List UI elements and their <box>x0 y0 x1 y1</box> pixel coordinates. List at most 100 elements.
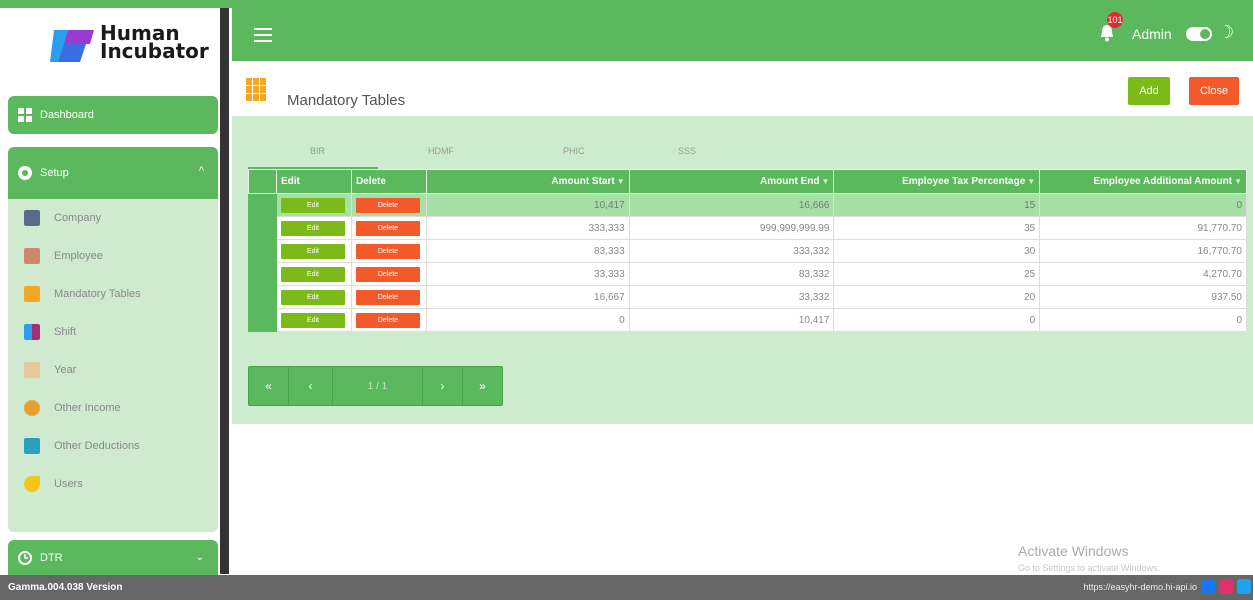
column-header-amount-end[interactable]: Amount End ▼ <box>628 169 835 194</box>
add-button[interactable]: Add <box>1128 77 1170 105</box>
sidebar-item-label: DTR <box>40 552 63 564</box>
sidebar-item-year[interactable]: Year <box>8 351 218 389</box>
cell-amount-start[interactable]: 10,417 <box>425 193 630 217</box>
sidebar-item-company[interactable]: Company <box>8 199 218 237</box>
row-selector[interactable] <box>248 285 277 309</box>
delete-button[interactable]: Delete <box>355 243 420 259</box>
table-row[interactable]: Edit Delete 16,667 33,332 20 937.50 <box>248 285 1247 309</box>
theme-toggle[interactable] <box>1186 27 1212 41</box>
prev-page-button[interactable]: ‹ <box>289 367 333 405</box>
edit-cell: Edit <box>275 193 352 217</box>
activate-windows-title: Activate Windows <box>1018 543 1129 559</box>
page-indicator: 1 / 1 <box>333 367 423 405</box>
row-selector[interactable] <box>248 193 277 217</box>
footer-url[interactable]: https://easyhr-demo.hi-api.io <box>1083 582 1197 592</box>
delete-button[interactable]: Delete <box>355 289 420 305</box>
sidebar-item-employee[interactable]: Employee <box>8 237 218 275</box>
tab-phic[interactable]: PHIC <box>563 146 585 156</box>
sidebar-item-dashboard[interactable]: Dashboard <box>8 96 218 134</box>
cell-amount-start[interactable]: 333,333 <box>425 216 630 240</box>
logo[interactable]: Human Incubator <box>50 18 220 73</box>
delete-button[interactable]: Delete <box>355 197 420 213</box>
cell-tax-percentage[interactable]: 15 <box>833 193 1041 217</box>
pagination: « ‹ 1 / 1 › » <box>248 366 503 406</box>
cell-additional-amount[interactable]: 91,770.70 <box>1039 216 1247 240</box>
footer: Gamma.004.038 Version https://easyhr-dem… <box>0 575 1253 600</box>
sidebar-item-dtr[interactable]: DTR ⌄ <box>8 540 218 576</box>
cell-amount-start[interactable]: 16,667 <box>425 285 630 309</box>
column-header-tax-percentage[interactable]: Employee Tax Percentage ▼ <box>833 169 1041 194</box>
row-selector[interactable] <box>248 308 277 332</box>
table-row[interactable]: Edit Delete 83,333 333,332 30 16,770.70 <box>248 239 1247 263</box>
cell-amount-end[interactable]: 333,332 <box>628 239 835 263</box>
table-row[interactable]: Edit Delete 33,333 83,332 25 4,270.70 <box>248 262 1247 286</box>
cell-tax-percentage[interactable]: 30 <box>833 239 1041 263</box>
sidebar-item-setup[interactable]: Setup ^ <box>8 147 218 199</box>
tab-hdmf[interactable]: HDMF <box>428 146 454 156</box>
row-selector[interactable] <box>248 216 277 240</box>
table-header: Edit Delete Amount Start ▼ Amount End ▼ Em… <box>248 169 1247 194</box>
edit-button[interactable]: Edit <box>280 220 345 236</box>
sidebar-item-other-deductions[interactable]: Other Deductions <box>8 427 218 465</box>
filter-icon[interactable]: ▼ <box>1027 177 1035 186</box>
cell-tax-percentage[interactable]: 25 <box>833 262 1041 286</box>
twitter-icon[interactable] <box>1237 579 1251 594</box>
delete-button[interactable]: Delete <box>355 312 420 328</box>
sidebar-item-label: Setup <box>40 167 69 179</box>
column-header-amount-start[interactable]: Amount Start ▼ <box>425 169 630 194</box>
filter-icon[interactable]: ▼ <box>1234 177 1242 186</box>
sidebar-item-shift[interactable]: Shift <box>8 313 218 351</box>
row-selector[interactable] <box>248 239 277 263</box>
last-page-button[interactable]: » <box>463 367 502 405</box>
delete-cell: Delete <box>350 262 427 286</box>
sidebar-scrollbar[interactable] <box>220 8 229 574</box>
filter-icon[interactable]: ▼ <box>822 177 830 186</box>
cell-amount-end[interactable]: 83,332 <box>628 262 835 286</box>
facebook-icon[interactable] <box>1201 579 1215 594</box>
first-page-button[interactable]: « <box>249 367 289 405</box>
filter-icon[interactable]: ▼ <box>617 177 625 186</box>
cell-amount-start[interactable]: 33,333 <box>425 262 630 286</box>
cell-tax-percentage[interactable]: 0 <box>833 308 1041 332</box>
column-header-additional-amount[interactable]: Employee Additional Amount ▼ <box>1039 169 1247 194</box>
dashboard-icon <box>18 108 32 122</box>
delete-cell: Delete <box>350 216 427 240</box>
edit-button[interactable]: Edit <box>280 243 345 259</box>
cell-amount-end[interactable]: 16,666 <box>628 193 835 217</box>
table-row[interactable]: Edit Delete 0 10,417 0 0 <box>248 308 1247 332</box>
grid-icon <box>246 78 266 101</box>
menu-icon[interactable] <box>254 28 272 42</box>
cell-amount-end[interactable]: 10,417 <box>628 308 835 332</box>
cell-amount-end[interactable]: 33,332 <box>628 285 835 309</box>
delete-button[interactable]: Delete <box>355 266 420 282</box>
tab-bir[interactable]: BIR <box>310 146 325 156</box>
sidebar-item-mandatory-tables[interactable]: Mandatory Tables <box>8 275 218 313</box>
cell-additional-amount[interactable]: 16,770.70 <box>1039 239 1247 263</box>
cell-tax-percentage[interactable]: 20 <box>833 285 1041 309</box>
delete-cell: Delete <box>350 308 427 332</box>
shift-icon <box>24 324 40 340</box>
cell-additional-amount[interactable]: 0 <box>1039 308 1247 332</box>
table-row[interactable]: Edit Delete 333,333 999,999,999.99 35 91… <box>248 216 1247 240</box>
instagram-icon[interactable] <box>1219 579 1233 594</box>
edit-button[interactable]: Edit <box>280 197 345 213</box>
cell-tax-percentage[interactable]: 35 <box>833 216 1041 240</box>
tab-sss[interactable]: SSS <box>678 146 696 156</box>
cell-additional-amount[interactable]: 4,270.70 <box>1039 262 1247 286</box>
sidebar-item-users[interactable]: Users <box>8 465 218 503</box>
close-button[interactable]: Close <box>1189 77 1239 105</box>
user-name[interactable]: Admin <box>1132 26 1172 42</box>
edit-button[interactable]: Edit <box>280 266 345 282</box>
edit-button[interactable]: Edit <box>280 289 345 305</box>
edit-button[interactable]: Edit <box>280 312 345 328</box>
row-selector[interactable] <box>248 262 277 286</box>
next-page-button[interactable]: › <box>423 367 463 405</box>
cell-additional-amount[interactable]: 937.50 <box>1039 285 1247 309</box>
cell-amount-start[interactable]: 0 <box>425 308 630 332</box>
cell-amount-end[interactable]: 999,999,999.99 <box>628 216 835 240</box>
delete-button[interactable]: Delete <box>355 220 420 236</box>
sidebar-item-other-income[interactable]: Other Income <box>8 389 218 427</box>
cell-amount-start[interactable]: 83,333 <box>425 239 630 263</box>
table-row[interactable]: Edit Delete 10,417 16,666 15 0 <box>248 193 1247 217</box>
cell-additional-amount[interactable]: 0 <box>1039 193 1247 217</box>
